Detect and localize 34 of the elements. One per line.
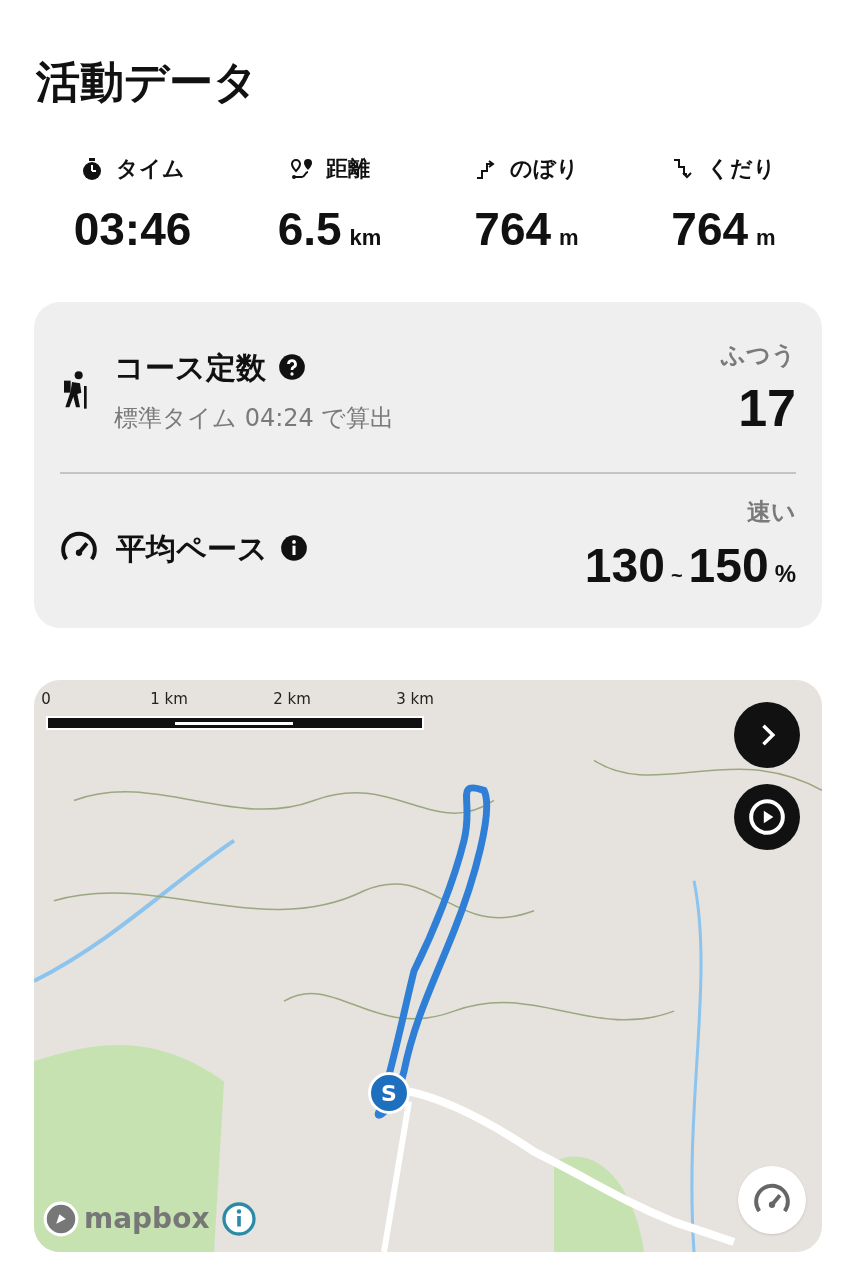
info-icon[interactable] [280, 534, 308, 562]
rating-text: 速い [747, 497, 796, 528]
section-title: 平均ペース [116, 529, 268, 568]
stat-label: タイム [116, 155, 185, 183]
scale-label: 2 km [273, 689, 311, 710]
play-icon [748, 798, 786, 836]
scale-label: 1 km [150, 689, 188, 710]
stopwatch-icon [80, 156, 104, 181]
page-title: 活動データ [35, 55, 259, 109]
stat-label: くだり [707, 155, 776, 183]
stairs-down-icon [671, 156, 695, 181]
route-pins-icon [289, 156, 314, 181]
rating-text: ふつう [721, 340, 796, 371]
stat-unit: m [756, 224, 776, 252]
map-view[interactable]: 0 1 km 2 km 3 km S mapbox [34, 680, 822, 1252]
stat-value: 764 [671, 202, 749, 257]
stat-value: 03:46 [73, 202, 192, 257]
pace-value: 130 [584, 538, 665, 594]
pace-unit: % [774, 559, 796, 589]
scale-label: 3 km [396, 689, 434, 710]
stat-value: 6.5 [277, 202, 342, 257]
course-value: 17 [738, 378, 796, 439]
mapbox-logo: mapbox [42, 1200, 210, 1238]
stat-value: 764 [474, 202, 552, 257]
range-tilde: ~ [670, 563, 683, 588]
help-icon[interactable] [278, 353, 306, 381]
stat-label: のぼり [510, 155, 579, 183]
section-title: コース定数 [114, 348, 266, 387]
note-text: 標準タイム 04:24 で算出 [114, 402, 395, 434]
scale-label: 0 [41, 689, 51, 710]
stat-label: 距離 [325, 155, 370, 183]
stat-unit: m [559, 224, 579, 252]
stat-unit: km [349, 224, 382, 252]
pace-value: 150 [688, 538, 769, 594]
